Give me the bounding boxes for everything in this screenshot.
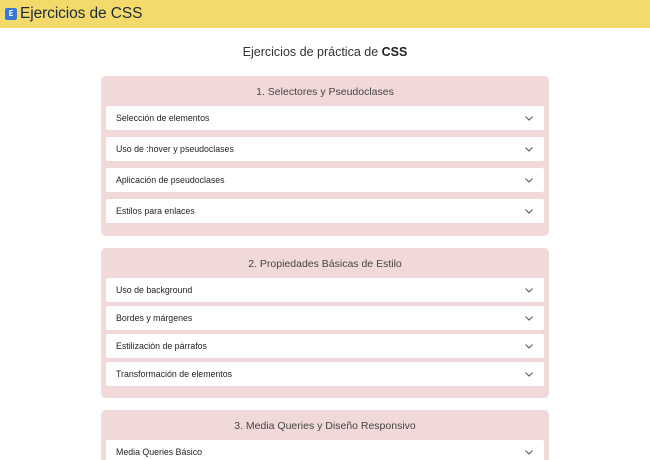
chevron-down-icon: [524, 285, 534, 295]
page-title: Ejercicios de práctica de CSS: [0, 45, 650, 59]
accordion-item-estilos-enlaces[interactable]: Estilos para enlaces: [106, 199, 544, 223]
chevron-down-icon: [524, 341, 534, 351]
accordion-item-transformacion-elementos[interactable]: Transformación de elementos: [106, 362, 544, 386]
app-header: E Ejercicios de CSS: [0, 0, 650, 28]
accordion-item-label: Bordes y márgenes: [116, 313, 193, 323]
section-title: 3. Media Queries y Diseño Responsivo: [234, 420, 416, 432]
chevron-down-icon: [524, 144, 534, 154]
chevron-down-icon: [524, 175, 534, 185]
accordion-item-label: Aplicación de pseudoclases: [116, 175, 225, 185]
section-title: 1. Selectores y Pseudoclases: [256, 86, 394, 98]
accordion-item-label: Media Queries Básico: [116, 447, 203, 457]
accordion-item-label: Transformación de elementos: [116, 369, 233, 379]
chevron-down-icon: [524, 113, 534, 123]
chevron-down-icon: [524, 313, 534, 323]
accordion-item-label: Uso de background: [116, 285, 193, 295]
accordion-item-label: Selección de elementos: [116, 113, 210, 123]
accordion-item-background[interactable]: Uso de background: [106, 278, 544, 302]
page-title-bold: CSS: [381, 45, 408, 59]
accordion-item-estilizacion-parrafos[interactable]: Estilización de párrafos: [106, 334, 544, 358]
chevron-down-icon: [524, 206, 534, 216]
section-propiedades-basicas: 2. Propiedades Básicas de Estilo Uso de …: [101, 248, 549, 398]
chevron-down-icon: [524, 447, 534, 457]
accordion-item-label: Estilización de párrafos: [116, 341, 207, 351]
accordion-item-label: Uso de :hover y pseudoclases: [116, 144, 234, 154]
section-selectores: 1. Selectores y Pseudoclases Selección d…: [101, 76, 549, 236]
page-title-prefix: Ejercicios de práctica de: [242, 45, 382, 59]
accordion-item-seleccion-elementos[interactable]: Selección de elementos: [106, 106, 544, 130]
accordion-item-hover-pseudoclases[interactable]: Uso de :hover y pseudoclases: [106, 137, 544, 161]
app-title: Ejercicios de CSS: [20, 5, 143, 22]
accordion-item-bordes-margenes[interactable]: Bordes y márgenes: [106, 306, 544, 330]
section-title: 2. Propiedades Básicas de Estilo: [248, 258, 402, 270]
accordion-item-media-queries-basico[interactable]: Media Queries Básico: [106, 440, 544, 460]
css-logo-icon: E: [5, 8, 17, 20]
section-media-queries: 3. Media Queries y Diseño Responsivo Med…: [101, 410, 549, 460]
accordion-item-label: Estilos para enlaces: [116, 206, 195, 216]
accordion-item-aplicacion-pseudoclases[interactable]: Aplicación de pseudoclases: [106, 168, 544, 192]
chevron-down-icon: [524, 369, 534, 379]
